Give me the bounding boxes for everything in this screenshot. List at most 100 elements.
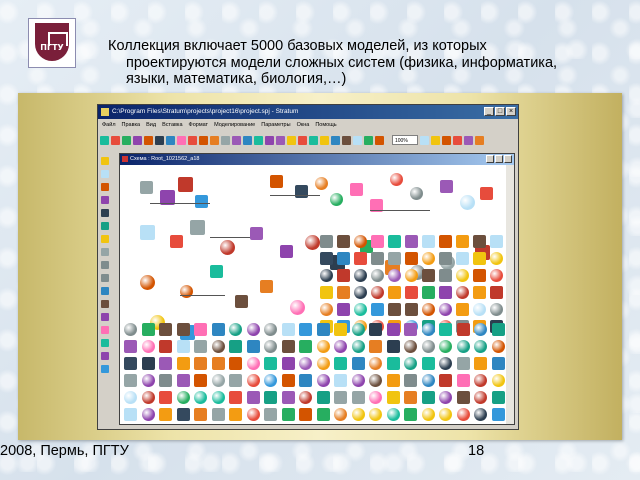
- left-tool-icon[interactable]: [101, 352, 109, 360]
- model-icon[interactable]: [124, 357, 137, 370]
- model-icon[interactable]: [490, 269, 503, 282]
- close-button[interactable]: ×: [506, 107, 516, 116]
- model-icon[interactable]: [299, 391, 312, 404]
- model-icon[interactable]: [439, 357, 452, 370]
- toolbar-tool-icon[interactable]: [111, 135, 120, 145]
- model-icon[interactable]: [371, 252, 384, 265]
- model-icon[interactable]: [388, 303, 401, 316]
- menu-edit[interactable]: Правка: [122, 120, 141, 131]
- model-icon[interactable]: [456, 408, 470, 421]
- model-icon[interactable]: [246, 340, 260, 353]
- toolbar-tool-icon[interactable]: [254, 135, 263, 145]
- model-icon[interactable]: [159, 357, 172, 370]
- model-icon[interactable]: [176, 357, 190, 370]
- model-icon[interactable]: [211, 357, 225, 370]
- model-icon[interactable]: [386, 323, 400, 336]
- model-icon[interactable]: [305, 235, 320, 250]
- model-icon[interactable]: [140, 181, 153, 194]
- model-icon[interactable]: [211, 323, 225, 336]
- toolbar-tool-icon[interactable]: [375, 135, 384, 145]
- model-icon[interactable]: [404, 340, 417, 353]
- model-icon[interactable]: [456, 303, 469, 316]
- model-icon[interactable]: [405, 286, 418, 299]
- model-icon[interactable]: [354, 252, 367, 265]
- model-icon[interactable]: [299, 408, 312, 421]
- model-icon[interactable]: [229, 374, 242, 387]
- toolbar-tool-icon[interactable]: [177, 135, 186, 145]
- model-icon[interactable]: [124, 340, 137, 353]
- model-icon[interactable]: [386, 357, 400, 370]
- model-icon[interactable]: [422, 269, 435, 282]
- model-icon[interactable]: [456, 391, 470, 404]
- left-tool-icon[interactable]: [101, 274, 109, 282]
- left-tool-icon[interactable]: [101, 287, 109, 295]
- toolbar-tool-icon[interactable]: [298, 135, 307, 145]
- model-icon[interactable]: [281, 340, 295, 353]
- model-icon[interactable]: [320, 252, 333, 265]
- model-icon[interactable]: [264, 391, 277, 404]
- model-icon[interactable]: [354, 235, 367, 248]
- model-icon[interactable]: [299, 323, 312, 336]
- minimize-button[interactable]: _: [484, 107, 494, 116]
- model-icon[interactable]: [316, 374, 330, 387]
- model-icon[interactable]: [351, 391, 365, 404]
- model-icon[interactable]: [480, 187, 493, 200]
- model-icon[interactable]: [456, 340, 470, 353]
- model-icon[interactable]: [299, 374, 312, 387]
- model-icon[interactable]: [316, 323, 330, 336]
- model-icon[interactable]: [439, 391, 452, 404]
- scheme-window-titlebar[interactable]: Схема : Root_1021562_a18: [120, 154, 514, 165]
- model-icon[interactable]: [369, 374, 382, 387]
- model-icon[interactable]: [369, 391, 382, 404]
- model-icon[interactable]: [334, 391, 347, 404]
- model-icon[interactable]: [334, 374, 347, 387]
- model-icon[interactable]: [180, 285, 193, 298]
- model-icon[interactable]: [422, 252, 435, 265]
- model-icon[interactable]: [460, 195, 475, 210]
- model-icon[interactable]: [369, 408, 382, 421]
- model-icon[interactable]: [410, 187, 423, 200]
- model-icon[interactable]: [320, 286, 333, 299]
- model-icon[interactable]: [421, 357, 435, 370]
- left-tool-icon[interactable]: [101, 326, 109, 334]
- model-icon[interactable]: [246, 374, 260, 387]
- model-icon[interactable]: [316, 340, 330, 353]
- model-icon[interactable]: [281, 391, 295, 404]
- model-icon[interactable]: [190, 220, 205, 235]
- model-icon[interactable]: [299, 357, 312, 370]
- model-icon[interactable]: [369, 357, 382, 370]
- left-tool-icon[interactable]: [101, 365, 109, 373]
- model-icon[interactable]: [194, 374, 207, 387]
- model-icon[interactable]: [351, 323, 365, 336]
- toolbar-tool-icon[interactable]: [364, 135, 373, 145]
- model-icon[interactable]: [456, 252, 469, 265]
- model-icon[interactable]: [337, 303, 350, 316]
- toolbar-tool-icon[interactable]: [144, 135, 153, 145]
- toolbar-tool-icon[interactable]: [133, 135, 142, 145]
- model-icon[interactable]: [159, 374, 172, 387]
- model-icon[interactable]: [474, 323, 487, 336]
- toolbar-tool-icon[interactable]: [122, 135, 131, 145]
- model-icon[interactable]: [456, 286, 469, 299]
- model-icon[interactable]: [439, 286, 452, 299]
- model-icon[interactable]: [264, 408, 277, 421]
- toolbar-tool-icon[interactable]: [475, 135, 484, 145]
- model-icon[interactable]: [178, 177, 193, 192]
- model-icon[interactable]: [490, 235, 503, 248]
- vertical-scrollbar[interactable]: [506, 165, 514, 424]
- model-icon[interactable]: [124, 323, 137, 336]
- model-icon[interactable]: [386, 408, 400, 421]
- model-icon[interactable]: [334, 357, 347, 370]
- model-icon[interactable]: [473, 269, 486, 282]
- model-icon[interactable]: [491, 408, 505, 421]
- toolbar-tool-icon[interactable]: [320, 135, 329, 145]
- model-icon[interactable]: [281, 357, 295, 370]
- toolbar-tool-icon[interactable]: [232, 135, 241, 145]
- model-icon[interactable]: [369, 340, 382, 353]
- left-tool-icon[interactable]: [101, 183, 109, 191]
- model-icon[interactable]: [176, 374, 190, 387]
- model-icon[interactable]: [354, 286, 367, 299]
- toolbar-tool-icon[interactable]: [309, 135, 318, 145]
- model-icon[interactable]: [491, 391, 505, 404]
- model-icon[interactable]: [337, 286, 350, 299]
